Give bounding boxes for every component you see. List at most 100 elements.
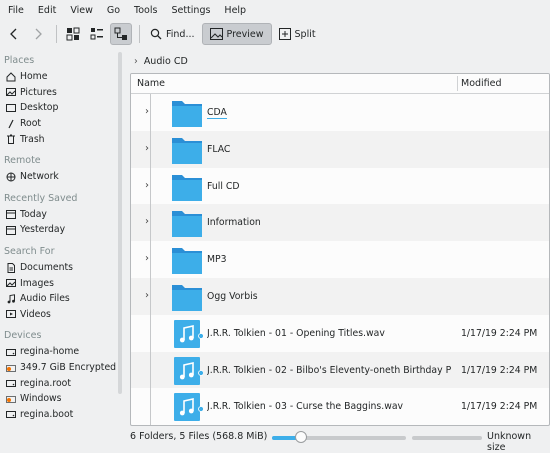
sidebar-item-desktop[interactable]: Desktop xyxy=(0,100,118,116)
file-modified: 1/17/19 2:24 PM xyxy=(461,327,538,339)
sidebar-item-home[interactable]: Home xyxy=(0,69,118,85)
split-label: Split xyxy=(294,28,316,40)
file-row[interactable]: J.R.R. Tolkien - 03 - Curse the Baggins.… xyxy=(131,388,549,425)
search-for-header: Search For xyxy=(4,245,55,257)
audio-file-icon xyxy=(171,356,204,386)
file-row[interactable]: › Full CD xyxy=(131,167,549,205)
expand-chevron-icon[interactable]: › xyxy=(145,106,149,117)
folder-icon xyxy=(171,135,203,165)
menu-help[interactable]: Help xyxy=(224,5,246,16)
sidebar-item-regina-boot[interactable]: regina.boot xyxy=(0,407,118,423)
sidebar-item-windows[interactable]: Windows xyxy=(0,391,118,407)
chevron-right-icon[interactable]: › xyxy=(134,56,138,67)
sidebar-item-label: Pictures xyxy=(20,86,57,98)
free-space-label: Unknown size xyxy=(487,431,532,453)
icons-view-button[interactable] xyxy=(62,23,84,45)
sidebar-item-label: Desktop xyxy=(20,102,59,114)
file-row[interactable]: › MP3 xyxy=(131,241,549,278)
chevron-left-icon xyxy=(10,28,17,40)
trash-icon xyxy=(6,134,16,145)
folder-icon xyxy=(171,282,203,312)
sidebar-item-trash[interactable]: Trash xyxy=(0,131,118,147)
video-icon xyxy=(6,309,16,319)
sidebar-item-encrypted-drive[interactable]: 349.7 GiB Encrypted Dr xyxy=(0,360,118,376)
sidebar-item-label: Network xyxy=(20,171,59,183)
sidebar-item-today[interactable]: Today xyxy=(0,207,118,223)
sidebar-item-label: regina-home xyxy=(20,346,80,358)
toolbar-separator xyxy=(56,25,57,43)
menu-settings[interactable]: Settings xyxy=(171,5,210,16)
calendar-icon xyxy=(6,225,16,235)
column-divider[interactable] xyxy=(457,76,458,91)
tree-line xyxy=(150,167,151,205)
sidebar-item-label: Yesterday xyxy=(20,224,66,236)
details-view-button[interactable] xyxy=(110,23,132,45)
menubar: File Edit View Go Tools Settings Help xyxy=(0,0,550,20)
sidebar-item-root[interactable]: Root xyxy=(0,116,118,132)
column-name[interactable]: Name xyxy=(137,78,165,89)
file-name: MP3 xyxy=(207,254,227,266)
tree-line xyxy=(150,204,151,242)
file-name: Full CD xyxy=(207,180,240,192)
drive-icon xyxy=(6,347,16,357)
audio-file-icon xyxy=(171,392,204,422)
drive-icon xyxy=(6,378,16,388)
file-name: J.R.R. Tolkien - 02 - Bilbo's Eleventy-o… xyxy=(207,364,451,376)
expand-chevron-icon[interactable]: › xyxy=(145,143,149,154)
file-row[interactable]: › Information xyxy=(131,204,549,242)
file-modified: 1/17/19 2:24 PM xyxy=(461,364,538,376)
find-button[interactable]: Find... xyxy=(145,23,200,45)
sidebar-item-images[interactable]: Images xyxy=(0,275,118,291)
recently-saved-header: Recently Saved xyxy=(4,192,78,204)
zoom-slider-handle[interactable] xyxy=(295,431,308,443)
sidebar-item-regina-root[interactable]: regina.root xyxy=(0,375,118,391)
sidebar-scrollbar[interactable] xyxy=(118,52,122,394)
compact-view-button[interactable] xyxy=(86,23,108,45)
file-row[interactable]: › CDA xyxy=(131,94,549,131)
menu-go[interactable]: Go xyxy=(107,5,120,16)
sidebar-item-label: Home xyxy=(20,71,48,83)
sidebar-item-label: Videos xyxy=(20,308,51,320)
find-label: Find... xyxy=(166,28,195,40)
sidebar-item-videos[interactable]: Videos xyxy=(0,307,118,323)
sidebar-item-pictures[interactable]: Pictures xyxy=(0,85,118,101)
forward-button[interactable] xyxy=(27,23,49,45)
sidebar-item-regina-home[interactable]: regina-home xyxy=(0,344,118,360)
tree-line xyxy=(150,388,151,425)
drive-icon xyxy=(6,409,16,419)
file-name: Ogg Vorbis xyxy=(207,290,258,302)
image-preview-icon xyxy=(209,28,223,40)
file-name: FLAC xyxy=(207,143,231,155)
file-row[interactable]: › FLAC xyxy=(131,130,549,168)
expand-chevron-icon[interactable]: › xyxy=(145,290,149,301)
chevron-right-icon xyxy=(35,28,42,40)
sidebar-item-audio-files[interactable]: Audio Files xyxy=(0,291,118,307)
document-icon xyxy=(6,262,16,273)
expand-chevron-icon[interactable]: › xyxy=(145,253,149,264)
sidebar-item-documents[interactable]: Documents xyxy=(0,260,118,276)
icons-view-icon xyxy=(66,27,80,41)
expand-chevron-icon[interactable]: › xyxy=(145,216,149,227)
back-button[interactable] xyxy=(3,23,25,45)
sidebar-item-yesterday[interactable]: Yesterday xyxy=(0,222,118,238)
menu-edit[interactable]: Edit xyxy=(38,5,56,16)
menu-file[interactable]: File xyxy=(8,5,24,16)
file-view: Name Modified › CDA › FLAC › Full CD › Informat… xyxy=(130,73,550,426)
details-view-icon xyxy=(114,27,127,40)
network-icon xyxy=(6,172,16,182)
sidebar-item-network[interactable]: Network xyxy=(0,169,118,185)
menu-view[interactable]: View xyxy=(70,5,93,16)
file-row[interactable]: › Ogg Vorbis xyxy=(131,277,549,315)
preview-button[interactable]: Preview xyxy=(201,23,272,45)
menu-tools[interactable]: Tools xyxy=(134,5,157,16)
compact-view-icon xyxy=(90,28,103,40)
column-modified[interactable]: Modified xyxy=(461,78,502,89)
sidebar-item-label: regina.boot xyxy=(20,408,74,420)
expand-chevron-icon[interactable]: › xyxy=(145,180,149,191)
split-button[interactable]: Split xyxy=(274,23,321,45)
breadcrumb: › Audio CD xyxy=(128,52,548,70)
file-row[interactable]: J.R.R. Tolkien - 02 - Bilbo's Eleventy-o… xyxy=(131,351,549,389)
breadcrumb-location[interactable]: Audio CD xyxy=(144,56,188,67)
music-note-icon xyxy=(6,293,16,304)
file-row[interactable]: J.R.R. Tolkien - 01 - Opening Titles.wav… xyxy=(131,314,549,352)
